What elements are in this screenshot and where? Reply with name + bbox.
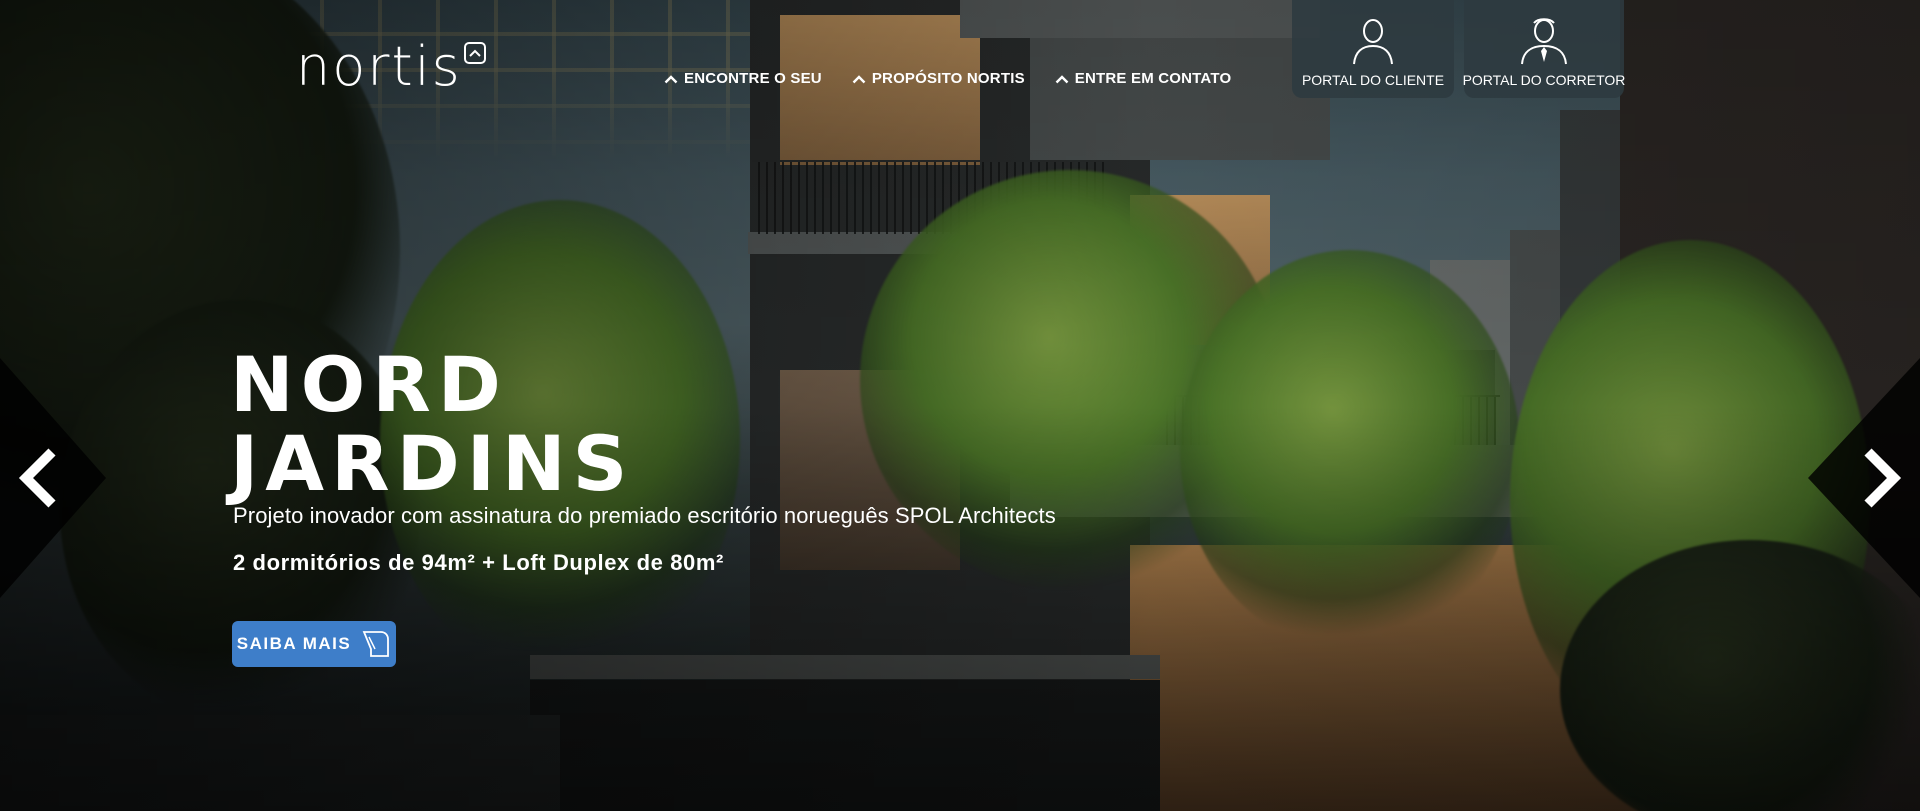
cursor-icon	[362, 631, 390, 657]
portal-do-corretor-button[interactable]: PORTAL DO CORRETOR	[1462, 0, 1626, 98]
hero-title: NORD JARDINS	[230, 345, 634, 503]
nav-proposito-nortis[interactable]: PROPÓSITO NORTIS	[852, 70, 1025, 87]
hero-spec: 2 dormitórios de 94m² + Loft Duplex de 8…	[233, 550, 724, 575]
hero-title-line-2: JARDINS	[230, 419, 635, 508]
chevron-up-icon	[852, 74, 866, 83]
portal-do-cliente-button[interactable]: PORTAL DO CLIENTE	[1292, 0, 1454, 98]
logo-wordmark: nortis	[296, 35, 462, 98]
main-nav: ENCONTRE O SEU PROPÓSITO NORTIS ENTRE EM…	[664, 70, 1231, 87]
portal-label: PORTAL DO CORRETOR	[1462, 72, 1626, 88]
user-tie-icon	[1521, 18, 1567, 65]
nav-label: ENCONTRE O SEU	[684, 70, 822, 87]
chevron-right-icon	[1864, 448, 1902, 508]
chevron-left-icon	[18, 448, 56, 508]
hero-subtitle: Projeto inovador com assinatura do premi…	[233, 503, 1056, 528]
nav-encontre-o-seu[interactable]: ENCONTRE O SEU	[664, 70, 822, 87]
nav-label: ENTRE EM CONTATO	[1074, 70, 1232, 87]
chevron-up-icon	[664, 74, 678, 83]
portal-label: PORTAL DO CLIENTE	[1301, 72, 1445, 88]
user-icon	[1353, 19, 1393, 65]
hero-title-line-1: NORD	[230, 340, 508, 429]
nortis-logo[interactable]: nortis	[296, 40, 486, 94]
nav-label: PROPÓSITO NORTIS	[871, 70, 1025, 87]
cta-label: SAIBA MAIS	[236, 634, 352, 653]
nav-entre-em-contato[interactable]: ENTRE EM CONTATO	[1055, 70, 1232, 87]
chevron-up-badge-icon	[463, 42, 486, 64]
chevron-up-icon	[1055, 74, 1069, 83]
saiba-mais-button[interactable]: SAIBA MAIS	[232, 621, 396, 667]
